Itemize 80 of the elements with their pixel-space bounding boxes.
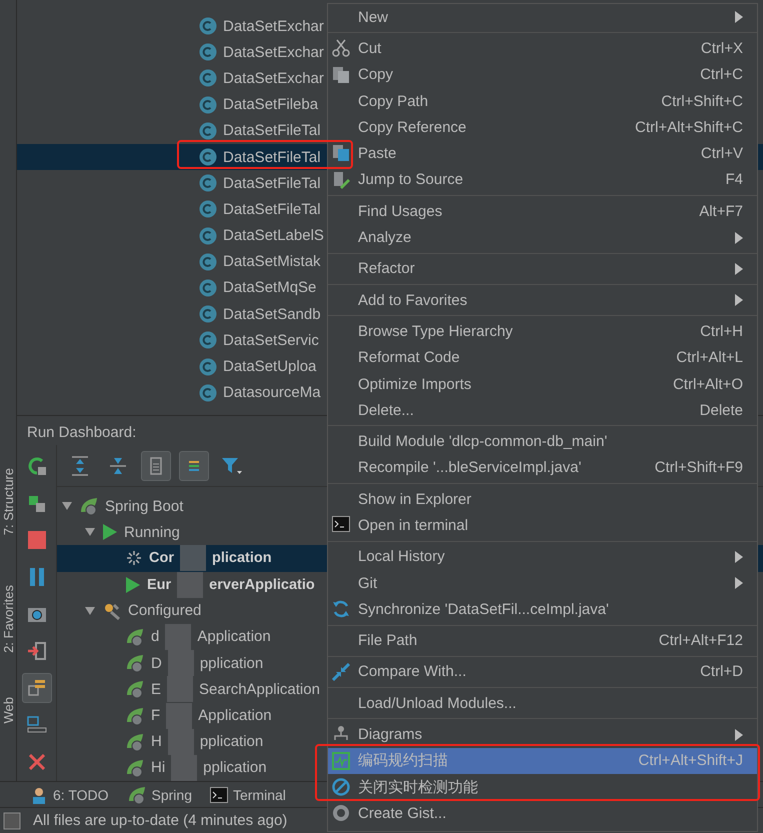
menu-label: Jump to Source: [358, 171, 464, 188]
shortcut-text: Ctrl+D: [700, 663, 743, 680]
group-label: Configured: [128, 602, 202, 620]
menu-label: Paste: [358, 145, 398, 162]
menu-label: Optimize Imports: [358, 376, 472, 392]
class-name: DataSetExchar: [223, 18, 324, 35]
class-name: DataSetMqSe: [223, 279, 316, 296]
app-name: D: [151, 654, 162, 672]
app-name: Hi: [151, 759, 166, 776]
class-name: DataSetFileTal: [223, 174, 321, 192]
class-name: DataSetFileTal: [223, 148, 321, 166]
class-name: DataSetExchar: [223, 44, 324, 61]
shortcut-text: Ctrl+Alt+L: [676, 349, 743, 366]
menu-label: Refactor: [358, 260, 416, 278]
menu-label: Copy Path: [358, 92, 430, 110]
menu-label: Browse Type Hierarchy: [358, 322, 514, 340]
class-name: DataSetServic: [223, 332, 319, 349]
panel-title: Run Dashboard:: [26, 422, 138, 443]
app-name: SearchApplication: [199, 680, 320, 698]
class-name: DatasourceMa: [223, 384, 321, 402]
shortcut-text: Ctrl+V: [700, 145, 743, 162]
menu-label: Create Gist...: [358, 804, 448, 822]
menu-label: Compare With...: [358, 663, 468, 680]
app-name: Application: [197, 628, 271, 646]
app-name: pplication: [203, 759, 267, 776]
menu-label: Diagrams: [358, 726, 424, 744]
menu-label: Copy Reference: [358, 118, 468, 136]
app-name: Application: [198, 707, 272, 724]
app-name: d: [151, 628, 160, 646]
shortcut-text: Ctrl+Alt+O: [672, 376, 743, 392]
class-name: DataSetFileTal: [223, 122, 321, 140]
shortcut-text: F4: [725, 171, 743, 188]
class-name: DataSetFileTal: [223, 200, 321, 218]
class-name: DataSetLabelS: [223, 227, 324, 244]
group-label: Spring Boot: [105, 498, 184, 515]
class-name: DataSetSandb: [223, 306, 321, 323]
menu-label: Local History: [358, 548, 446, 566]
shortcut-text: Alt+F7: [699, 202, 743, 220]
shortcut-text: Delete: [700, 402, 743, 419]
status-text: All files are up-to-date (4 minutes ago): [33, 812, 288, 829]
shortcut-text: Ctrl+X: [700, 40, 743, 57]
app-name: pplication: [200, 733, 264, 750]
shortcut-text: Ctrl+Shift+F9: [654, 459, 743, 476]
class-name: DataSetFileba: [223, 96, 318, 114]
shortcut-text: Ctrl+Alt+F12: [658, 632, 743, 650]
class-name: DataSetUploa: [223, 358, 316, 376]
menu-label: Cut: [358, 40, 382, 57]
app-name: F: [151, 707, 160, 724]
class-name: DataSetExchar: [223, 70, 324, 87]
menu-label: Delete...: [358, 402, 415, 419]
menu-label: Analyze: [358, 229, 412, 246]
menu-label: Copy: [358, 66, 394, 84]
menu-label: Recompile '...bleServiceImpl.java': [358, 459, 582, 476]
menu-label: Synchronize 'DataSetFil...ceImpl.java': [358, 600, 610, 618]
menu-label: Show in Explorer: [358, 490, 472, 508]
shortcut-text: Ctrl+Alt+Shift+C: [635, 118, 743, 136]
menu-label: Load/Unload Modules...: [358, 694, 518, 712]
app-name: H: [151, 733, 162, 750]
menu-label: New: [358, 8, 390, 26]
menu-label: Find Usages: [358, 202, 444, 220]
app-name: E: [151, 680, 162, 698]
app-name: Eur: [147, 576, 172, 593]
menu-label: Build Module 'dlcp-common-db_main': [358, 433, 608, 450]
app-name: plication: [212, 550, 272, 566]
shortcut-text: Ctrl+C: [700, 66, 743, 84]
menu-label: 关闭实时检测功能: [358, 778, 479, 797]
app-name: Cor: [149, 550, 174, 566]
menu-label: Add to Favorites: [358, 292, 468, 309]
menu-label: Reformat Code: [358, 349, 461, 366]
menu-label: Open in terminal: [358, 516, 470, 534]
app-name: pplication: [200, 654, 264, 672]
shortcut-text: Ctrl+Alt+Shift+J: [638, 752, 743, 770]
shortcut-text: Ctrl+H: [700, 322, 743, 340]
app-name: erverApplicatio: [209, 576, 315, 593]
menu-label: Git: [358, 574, 378, 592]
menu-label: 编码规约扫描: [358, 751, 449, 770]
menu-label: File Path: [358, 632, 418, 650]
class-name: DataSetMistak: [223, 253, 321, 270]
group-label: Running: [124, 524, 180, 541]
shortcut-text: Ctrl+Shift+C: [661, 92, 743, 110]
